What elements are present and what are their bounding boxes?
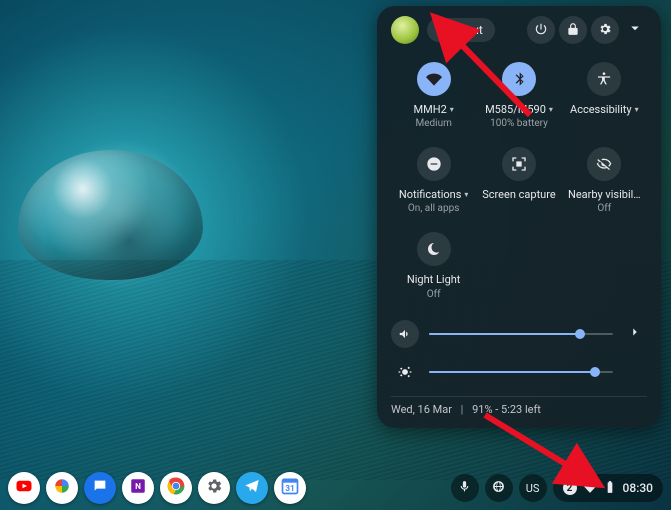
input-language-button[interactable]: US: [519, 474, 547, 502]
onenote-icon: N: [129, 477, 147, 499]
globe-button[interactable]: [485, 474, 513, 502]
app-settings[interactable]: [198, 472, 230, 504]
app-onenote[interactable]: N: [122, 472, 154, 504]
tile-label: Notifications: [399, 188, 462, 201]
input-language-label: US: [526, 482, 540, 495]
photos-icon: [53, 477, 71, 499]
notification-count-badge: 2: [563, 481, 577, 495]
tile-sublabel: Off: [427, 289, 441, 300]
tile-sublabel: Off: [597, 203, 611, 214]
brightness-row: [391, 358, 647, 386]
svg-text:N: N: [135, 482, 141, 492]
tile-screen-capture[interactable]: Screen capture: [476, 143, 561, 224]
collapse-button[interactable]: [623, 19, 647, 41]
lock-icon: [566, 21, 580, 40]
app-photos[interactable]: [46, 472, 78, 504]
chevron-down-icon: [626, 19, 644, 41]
chevron-down-icon: ▾: [635, 105, 639, 115]
svg-text:31: 31: [285, 484, 295, 494]
lock-button[interactable]: [559, 16, 587, 44]
messages-icon: [92, 478, 108, 498]
telegram-icon: [244, 478, 260, 498]
status-tray[interactable]: 2 08:30: [553, 474, 663, 502]
youtube-icon: [15, 477, 33, 499]
panel-header: Sign out: [391, 16, 647, 44]
mic-button[interactable]: [451, 474, 479, 502]
footer-battery: 91% - 5:23 left: [472, 403, 541, 416]
footer-date: Wed, 16 Mar: [391, 403, 452, 416]
bluetooth-icon: [502, 62, 536, 96]
settings-button[interactable]: [591, 16, 619, 44]
tile-night-light[interactable]: Night Light Off: [391, 228, 476, 309]
app-youtube[interactable]: [8, 472, 40, 504]
clock: 08:30: [623, 481, 653, 495]
quick-tiles: MMH2▾ Medium M585/M590▾ 100% battery Acc…: [391, 58, 647, 310]
volume-icon[interactable]: [391, 320, 419, 348]
quick-settings-panel: Sign out MMH2▾: [377, 6, 661, 428]
chevron-down-icon: ▾: [450, 105, 454, 115]
tile-label: Night Light: [407, 273, 461, 286]
app-messages[interactable]: [84, 472, 116, 504]
tile-nearby-visibility[interactable]: Nearby visibil… Off: [562, 143, 647, 224]
chevron-down-icon: ▾: [464, 190, 468, 200]
tile-label: M585/M590: [485, 103, 546, 116]
wallpaper-droplet: [18, 150, 203, 280]
app-chrome[interactable]: [160, 472, 192, 504]
tile-wifi[interactable]: MMH2▾ Medium: [391, 58, 476, 139]
chrome-icon: [166, 476, 186, 500]
mic-icon: [458, 480, 471, 496]
volume-row: [391, 320, 647, 348]
brightness-slider[interactable]: [429, 371, 613, 373]
chevron-down-icon: ▾: [549, 105, 553, 115]
screen-capture-icon: [502, 147, 536, 181]
tile-sublabel: On, all apps: [408, 203, 459, 214]
app-telegram[interactable]: [236, 472, 268, 504]
avatar[interactable]: [391, 16, 419, 44]
tile-sublabel: 100% battery: [490, 118, 548, 129]
tile-accessibility[interactable]: Accessibility▾: [562, 58, 647, 139]
tile-label: Nearby visibil…: [568, 188, 641, 201]
chevron-right-icon: [628, 324, 642, 343]
shelf: N 31 US 2 08:30: [0, 466, 671, 510]
volume-slider[interactable]: [429, 333, 613, 335]
wifi-icon: [583, 480, 597, 497]
tile-label: Accessibility: [570, 103, 632, 116]
tile-notifications[interactable]: Notifications▾ On, all apps: [391, 143, 476, 224]
panel-footer: Wed, 16 Mar | 91% - 5:23 left: [391, 403, 647, 416]
power-icon: [534, 21, 548, 40]
gear-icon: [598, 21, 612, 40]
accessibility-icon: [587, 62, 621, 96]
tile-label: MMH2: [414, 103, 447, 116]
globe-icon: [492, 480, 505, 496]
do-not-disturb-icon: [417, 147, 451, 181]
brightness-icon: [391, 358, 419, 386]
visibility-off-icon: [587, 147, 621, 181]
audio-settings-button[interactable]: [623, 322, 647, 346]
app-calendar[interactable]: 31: [274, 472, 306, 504]
tile-label: Screen capture: [482, 188, 555, 201]
calendar-icon: 31: [280, 476, 300, 500]
night-light-icon: [417, 232, 451, 266]
battery-icon: [603, 480, 617, 497]
tile-sublabel: Medium: [415, 118, 451, 129]
tile-bluetooth[interactable]: M585/M590▾ 100% battery: [476, 58, 561, 139]
wifi-icon: [417, 62, 451, 96]
power-button[interactable]: [527, 16, 555, 44]
sign-out-button[interactable]: Sign out: [427, 18, 495, 42]
divider: [391, 396, 647, 397]
gear-icon: [205, 477, 223, 499]
